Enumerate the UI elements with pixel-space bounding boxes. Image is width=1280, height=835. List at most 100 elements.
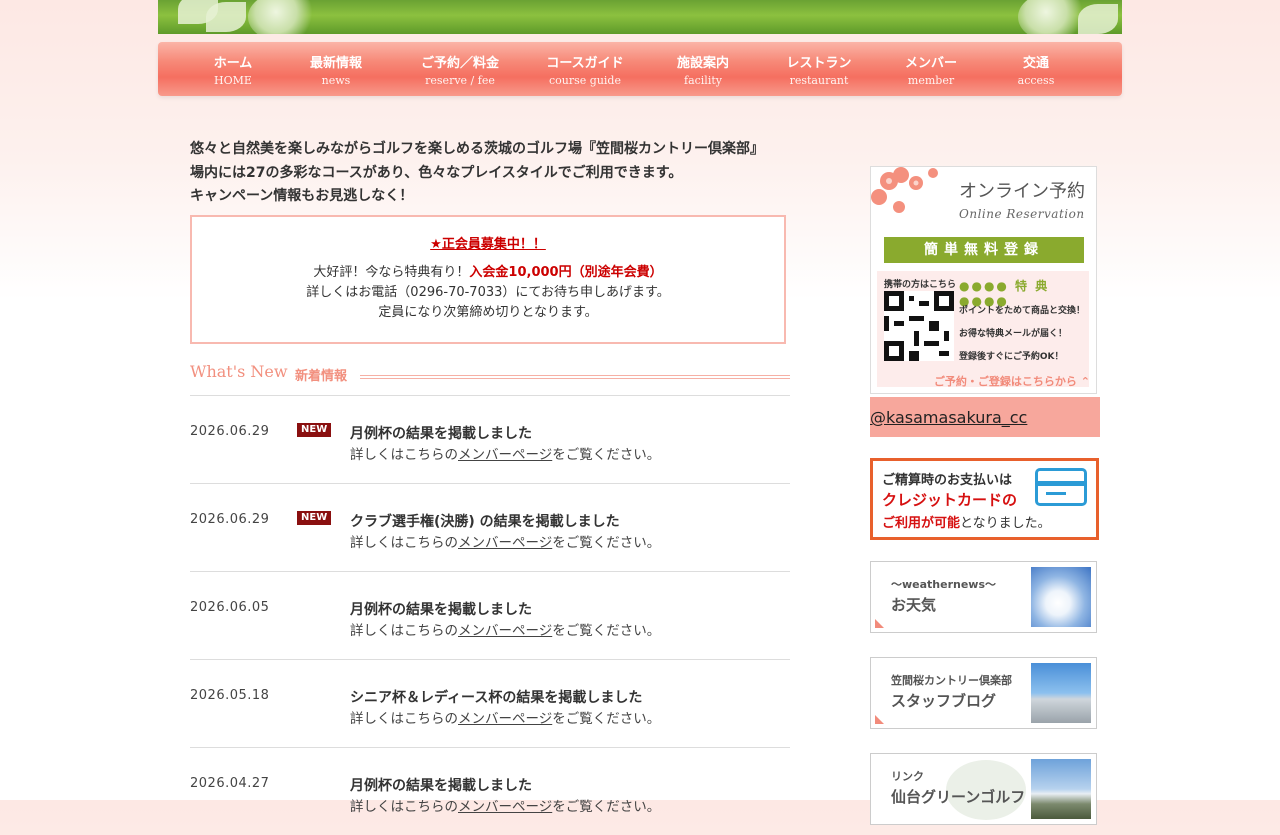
reservation-perks: 携帯の方はこちら ●●●● 特 典 ●●●● ポイントをためて商品と交換！ お得…: [877, 271, 1089, 387]
nav-label: コースガイド: [546, 56, 624, 71]
news-title: クラブ選手権(決勝) の結果を掲載しました: [350, 514, 620, 530]
news-title: 月例杯の結果を掲載しました: [350, 426, 532, 442]
nav-sublabel: facility: [684, 74, 722, 87]
link-banner[interactable]: リンク 仙台グリーンゴルフ: [870, 753, 1097, 825]
free-register-button[interactable]: 簡単無料登録: [884, 237, 1084, 263]
intro-text: 悠々と自然美を楽しみながらゴルフを楽しめる茨城のゴルフ場『笠間桜カントリー倶楽部…: [190, 138, 790, 209]
weather-small: 〜weathernews〜: [891, 578, 997, 591]
news-subtext: 詳しくはこちらのメンバーページをご覧ください。: [350, 531, 660, 551]
new-badge: NEW: [297, 511, 332, 525]
link-title: 仙台グリーンゴルフ: [891, 788, 1026, 806]
membership-notice: ★正会員募集中！！ 大好評！今なら特典有り！入会金10,000円（別途年会費） …: [190, 215, 786, 344]
sky-image: [1031, 567, 1091, 627]
credit-line: クレジットカードの: [882, 491, 1018, 509]
news-list: 2026.06.29 NEW 月例杯の結果を掲載しました 詳しくはこちらのメンバ…: [190, 395, 790, 835]
building-image: [1031, 663, 1091, 723]
member-page-link[interactable]: メンバーページ: [458, 799, 552, 815]
news-title: シニア杯＆レディース杯の結果を掲載しました: [350, 690, 643, 706]
news-date: 2026.06.29: [190, 512, 270, 527]
notice-line: 大好評！今なら特典有り！入会金10,000円（別途年会費）: [192, 263, 784, 283]
perk-item: 登録後すぐにご予約OK！: [959, 352, 1064, 362]
news-subtext-pre: 詳しくはこちらの: [350, 799, 458, 815]
news-date: 2026.06.29: [190, 424, 270, 439]
news-subtext-pre: 詳しくはこちらの: [350, 535, 458, 551]
news-subtext-post: をご覧ください。: [552, 623, 661, 639]
credit-line: ご精算時のお支払いは: [882, 473, 1013, 488]
nav-sublabel: access: [1017, 74, 1055, 87]
reservation-subtitle: Online Reservation: [959, 207, 1085, 221]
notice-fee: 入会金10,000円（別途年会費）: [469, 265, 663, 280]
nav-label: 交通: [1022, 56, 1049, 71]
whats-new-title-ja: 新着情報: [295, 369, 348, 384]
news-subtext: 詳しくはこちらのメンバーページをご覧ください。: [350, 443, 660, 463]
nav-label: メンバー: [904, 56, 957, 71]
nav-label: 最新情報: [309, 56, 362, 71]
news-date: 2026.04.27: [190, 776, 270, 791]
nav-sublabel: member: [907, 74, 955, 87]
blog-title: スタッフブログ: [891, 692, 997, 710]
credit-line: ご利用が可能となりました。: [882, 512, 1051, 531]
news-title: 月例杯の結果を掲載しました: [350, 602, 532, 618]
notice-line: 詳しくはお電話（0296-70-7033）にてお待ち申しあげます。: [306, 285, 670, 300]
news-subtext-post: をご覧ください。: [552, 447, 661, 463]
nav-label: レストラン: [786, 56, 852, 71]
heading-divider: [360, 375, 790, 379]
corner-arrow-icon: [875, 715, 884, 724]
chevron-up-icon: ⌃: [1080, 375, 1090, 388]
qr-code-icon: [884, 291, 954, 361]
weather-title: お天気: [891, 596, 937, 614]
news-date: 2026.06.05: [190, 600, 270, 615]
credit-card-banner[interactable]: ご精算時のお支払いは クレジットカードの ご利用が可能となりました。: [870, 458, 1099, 540]
nav-access[interactable]: 交通 access: [998, 42, 1074, 96]
nav-label: ホーム: [213, 56, 253, 71]
main-nav: ホーム HOME 最新情報 news ご予約／料金 reserve / fee …: [158, 42, 1122, 96]
whats-new-title-en: What's New: [190, 362, 288, 381]
nav-member[interactable]: メンバー member: [886, 42, 976, 96]
header-banner-image: [158, 0, 1122, 34]
reservation-title: オンライン予約: [959, 181, 1085, 202]
nav-sublabel: restaurant: [789, 74, 849, 87]
member-page-link[interactable]: メンバーページ: [458, 535, 552, 551]
credit-card-icon: [1035, 468, 1087, 506]
online-reservation-banner[interactable]: オンライン予約 Online Reservation 簡単無料登録 携帯の方はこ…: [870, 166, 1097, 394]
intro-line: 悠々と自然美を楽しみながらゴルフを楽しめる茨城のゴルフ場『笠間桜カントリー倶楽部…: [190, 141, 764, 157]
member-page-link[interactable]: メンバーページ: [458, 711, 552, 727]
member-page-link[interactable]: メンバーページ: [458, 447, 552, 463]
link-small: リンク: [891, 770, 924, 783]
nav-label: ご予約／料金: [420, 56, 499, 71]
news-item: 2026.04.27 月例杯の結果を掲載しました 詳しくはこちらのメンバーページ…: [190, 747, 790, 835]
reservation-cta-text: ご予約・ご登録はこちらから: [933, 375, 1077, 388]
news-item: 2026.06.29 NEW 月例杯の結果を掲載しました 詳しくはこちらのメンバ…: [190, 395, 790, 483]
nav-course-guide[interactable]: コースガイド course guide: [533, 42, 637, 96]
twitter-box: @kasamasakura_cc: [870, 397, 1100, 437]
nav-home[interactable]: ホーム HOME: [188, 42, 278, 96]
news-subtext: 詳しくはこちらのメンバーページをご覧ください。: [350, 619, 660, 639]
weather-banner[interactable]: 〜weathernews〜 お天気: [870, 561, 1097, 633]
news-subtext-pre: 詳しくはこちらの: [350, 447, 458, 463]
mountain-image: [1031, 759, 1091, 819]
nav-facility[interactable]: 施設案内 facility: [658, 42, 748, 96]
news-subtext-post: をご覧ください。: [552, 535, 661, 551]
member-page-link[interactable]: メンバーページ: [458, 623, 552, 639]
news-subtext: 詳しくはこちらのメンバーページをご覧ください。: [350, 795, 660, 815]
intro-line: 場内には27の多彩なコースがあり、色々なプレイスタイルでご利用できます。: [190, 164, 683, 181]
nav-reserve[interactable]: ご予約／料金 reserve / fee: [403, 42, 517, 96]
nav-sublabel: course guide: [549, 74, 621, 87]
news-item: 2026.06.05 月例杯の結果を掲載しました 詳しくはこちらのメンバーページ…: [190, 571, 790, 659]
new-badge: NEW: [297, 423, 332, 437]
nav-news[interactable]: 最新情報 news: [291, 42, 381, 96]
credit-highlight: ご利用が可能: [882, 516, 961, 531]
nav-restaurant[interactable]: レストラン restaurant: [770, 42, 868, 96]
qr-label: 携帯の方はこちら: [884, 280, 957, 290]
twitter-link[interactable]: @kasamasakura_cc: [870, 408, 1027, 427]
news-subtext-pre: 詳しくはこちらの: [350, 711, 458, 727]
corner-arrow-icon: [875, 619, 884, 628]
news-subtext-pre: 詳しくはこちらの: [350, 623, 458, 639]
news-item: 2026.06.29 NEW クラブ選手権(決勝) の結果を掲載しました 詳しく…: [190, 483, 790, 571]
notice-title[interactable]: ★正会員募集中！！: [192, 233, 784, 252]
notice-line: 定員になり次第締め切りとなります。: [378, 305, 598, 320]
staff-blog-banner[interactable]: 笠間桜カントリー倶楽部 スタッフブログ: [870, 657, 1097, 729]
nav-sublabel: reserve / fee: [425, 74, 495, 87]
news-subtext: 詳しくはこちらのメンバーページをご覧ください。: [350, 707, 660, 727]
credit-suffix: となりました。: [960, 516, 1051, 531]
